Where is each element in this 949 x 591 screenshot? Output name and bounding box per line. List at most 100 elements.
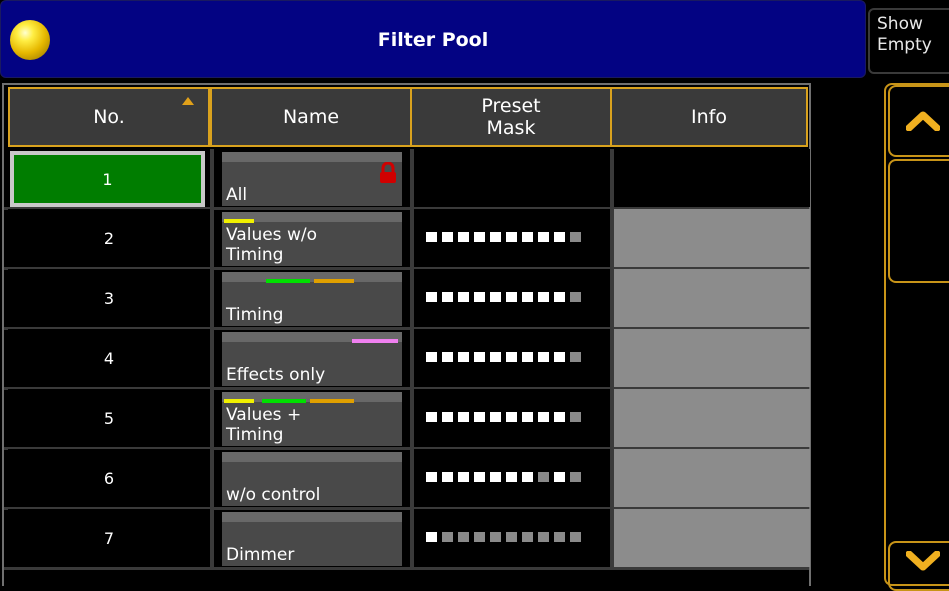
preset-mask-square: [570, 532, 581, 542]
column-divider: [210, 149, 214, 209]
row-number-cell[interactable]: 2: [8, 209, 210, 267]
preset-mask-square: [442, 292, 453, 302]
preset-mask-square: [570, 292, 581, 302]
filter-name-label: Timing: [226, 305, 284, 325]
info-cell[interactable]: [614, 149, 810, 207]
table-row[interactable]: 4 Effects only: [4, 329, 810, 390]
table-row[interactable]: 6 w/o control: [4, 449, 810, 510]
preset-mask-cell[interactable]: [414, 449, 610, 507]
info-cell[interactable]: [614, 329, 810, 387]
table-row[interactable]: 5 Values + Timing: [4, 389, 810, 450]
title-bar: Filter Pool: [0, 0, 866, 78]
preset-mask-square: [458, 352, 469, 362]
preset-mask-square: [474, 532, 485, 542]
preset-mask-square: [522, 532, 533, 542]
preset-mask-square: [442, 412, 453, 422]
table-row[interactable]: 7 Dimmer: [4, 509, 810, 570]
row-number-cell[interactable]: 7: [8, 509, 210, 567]
filter-name-button[interactable]: Effects only: [222, 332, 402, 386]
filter-name-label: Values + Timing: [226, 405, 302, 445]
scroll-up-button[interactable]: [888, 85, 949, 157]
column-divider: [210, 269, 214, 329]
preset-mask-square: [442, 232, 453, 242]
preset-mask-square: [570, 352, 581, 362]
filter-name-label: All: [226, 185, 248, 205]
filter-name-label: w/o control: [226, 485, 321, 505]
preset-mask-square: [506, 532, 517, 542]
info-cell[interactable]: [614, 449, 810, 507]
row-number-cell[interactable]: 3: [8, 269, 210, 327]
filter-color-bar: [224, 219, 254, 223]
column-header-info[interactable]: Info: [610, 87, 808, 147]
preset-mask-cell[interactable]: [414, 209, 610, 267]
preset-mask-square: [458, 532, 469, 542]
filter-name-button[interactable]: Values w/o Timing: [222, 212, 402, 266]
window-title: Filter Pool: [377, 29, 489, 51]
filter-name-button[interactable]: Values + Timing: [222, 392, 402, 446]
preset-mask-cell[interactable]: [414, 389, 610, 447]
info-cell[interactable]: [614, 269, 810, 327]
preset-mask-square: [554, 352, 565, 362]
show-empty-label-2: Empty: [877, 35, 932, 55]
preset-mask-cell[interactable]: [414, 509, 610, 567]
preset-mask-square: [426, 292, 437, 302]
filter-name-button[interactable]: Dimmer: [222, 512, 402, 566]
column-divider: [210, 329, 214, 389]
row-number-cell[interactable]: 6: [8, 449, 210, 507]
preset-mask-square: [522, 292, 533, 302]
info-cell[interactable]: [614, 509, 810, 567]
preset-mask-square: [474, 232, 485, 242]
column-header-preset-mask[interactable]: Preset Mask: [410, 87, 612, 147]
preset-mask-square: [506, 472, 517, 482]
info-cell[interactable]: [614, 389, 810, 447]
table-row[interactable]: 1 All: [4, 149, 810, 210]
preset-mask-square: [538, 412, 549, 422]
preset-mask-square: [538, 232, 549, 242]
preset-mask-square: [490, 232, 501, 242]
filter-name-label: Effects only: [226, 365, 326, 385]
column-divider: [210, 209, 214, 269]
column-divider: [210, 389, 214, 449]
preset-mask-square: [538, 532, 549, 542]
filter-name-button[interactable]: w/o control: [222, 452, 402, 506]
column-header-name[interactable]: Name: [210, 87, 412, 147]
column-header-no-label: No.: [93, 106, 125, 128]
preset-mask-square: [490, 412, 501, 422]
filter-name-button[interactable]: All: [222, 152, 402, 206]
row-number-cell[interactable]: 4: [8, 329, 210, 387]
filter-name-button[interactable]: Timing: [222, 272, 402, 326]
column-header-no[interactable]: No.: [8, 87, 210, 147]
preset-mask-square: [570, 472, 581, 482]
preset-mask-cell[interactable]: [414, 329, 610, 387]
table-row[interactable]: 3 Timing: [4, 269, 810, 330]
preset-mask-square: [426, 472, 437, 482]
preset-mask-cell[interactable]: [414, 269, 610, 327]
preset-mask-square: [490, 292, 501, 302]
sort-ascending-icon: [182, 97, 194, 105]
table-row[interactable]: 2 Values w/o Timing: [4, 209, 810, 270]
row-number-cell[interactable]: 5: [8, 389, 210, 447]
preset-mask-cell[interactable]: [414, 149, 610, 207]
chevron-down-icon: [906, 551, 940, 571]
scrollbar[interactable]: [884, 83, 949, 591]
row-number-cell[interactable]: 1: [10, 151, 205, 207]
preset-mask-square: [538, 292, 549, 302]
preset-mask-square: [490, 532, 501, 542]
preset-mask-square: [442, 472, 453, 482]
preset-mask-square: [490, 472, 501, 482]
preset-mask-square: [554, 472, 565, 482]
info-cell[interactable]: [614, 209, 810, 267]
preset-mask-square: [554, 412, 565, 422]
preset-mask-square: [474, 472, 485, 482]
filter-color-bar: [314, 279, 354, 283]
filter-color-bar: [352, 339, 398, 343]
lock-icon: [380, 162, 396, 183]
column-header-info-label: Info: [691, 106, 727, 128]
preset-mask-square: [538, 472, 549, 482]
preset-mask-square: [538, 352, 549, 362]
scroll-down-button[interactable]: [888, 541, 949, 591]
show-empty-button[interactable]: Show Empty: [868, 8, 949, 74]
column-header-name-label: Name: [282, 106, 340, 128]
preset-mask-square: [570, 412, 581, 422]
scroll-thumb[interactable]: [888, 159, 949, 283]
